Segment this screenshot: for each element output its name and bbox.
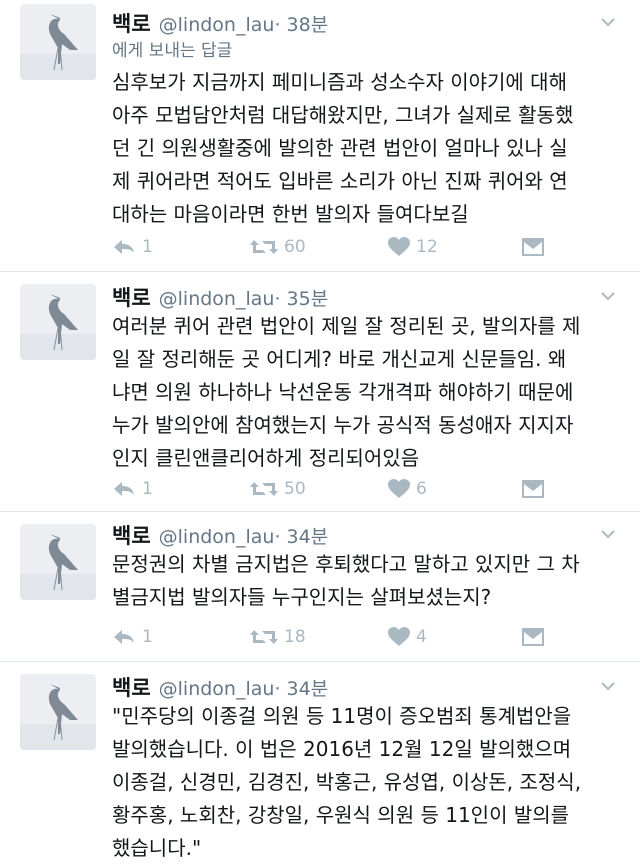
heart-icon — [388, 627, 410, 646]
more-options-icon[interactable] — [598, 676, 618, 696]
retweet-count: 18 — [284, 627, 306, 647]
retweet-count: 60 — [284, 237, 306, 257]
tweet-text-line: 인지 클린앤클리어하게 정리되어있음 — [112, 446, 420, 470]
tweet-1[interactable]: 백로 @lindon_lau · 38분 에게 보내는 답글 심후보가 지금까지… — [0, 0, 640, 272]
reply-icon — [114, 630, 134, 644]
tweet-actions: 1 50 6 — [112, 476, 544, 502]
tweet-text: 여러분 퀴어 관련 법안이 제일 잘 정리된 곳, 발의자를 제 일 잘 정리해… — [112, 310, 620, 475]
tweet-text-line: 누가 발의안에 참여했는지 누가 공식적 동성애자 지지자 — [112, 413, 574, 437]
heron-avatar-image — [20, 284, 96, 360]
tweet-text-line: 황주홍, 노회찬, 강창일, 우원식 의원 등 11인이 발의를 — [112, 803, 570, 827]
avatar[interactable] — [20, 674, 96, 750]
like-count: 12 — [416, 237, 438, 257]
tweet-header: 백로 @lindon_lau · 34분 — [112, 672, 328, 702]
display-name[interactable]: 백로 — [112, 672, 151, 702]
retweet-icon — [250, 482, 278, 496]
user-handle[interactable]: @lindon_lau — [159, 14, 275, 36]
tweet-3[interactable]: 백로 @lindon_lau · 34분 문정권의 차별 금지법은 후퇴했다고 … — [0, 512, 640, 662]
avatar[interactable] — [20, 524, 96, 600]
heron-avatar-image — [20, 524, 96, 600]
direct-message-button[interactable] — [522, 234, 544, 260]
tweet-text-line: 했습니다." — [112, 836, 202, 860]
tweet-text: 문정권의 차별 금지법은 후퇴했다고 말하고 있지만 그 차 별금지법 발의자들… — [112, 548, 620, 614]
tweet-text-line: 이종걸, 신경민, 김경진, 박홍근, 유성엽, 이상돈, 조정식, — [112, 770, 582, 794]
reply-count: 1 — [142, 237, 153, 257]
timestamp[interactable]: · 34분 — [274, 522, 328, 549]
retweet-button[interactable]: 50 — [250, 476, 306, 502]
user-handle[interactable]: @lindon_lau — [159, 678, 275, 700]
tweet-header: 백로 @lindon_lau · 38분 — [112, 8, 328, 38]
direct-message-button[interactable] — [522, 624, 544, 650]
envelope-icon — [522, 238, 544, 256]
envelope-icon — [522, 628, 544, 646]
user-handle[interactable]: @lindon_lau — [159, 526, 275, 548]
user-handle[interactable]: @lindon_lau — [159, 288, 275, 310]
tweet-text-line: 냐면 의원 하나하나 낙선운동 각개격파 해야하기 때문에 — [112, 380, 574, 404]
tweet-text-line: 던 긴 의원생활중에 발의한 관련 법안이 얼마나 있나 실 — [112, 136, 568, 160]
retweet-icon — [250, 240, 278, 254]
tweet-text-line: 별금지법 발의자들 누구인지는 살펴보셨는지? — [112, 585, 492, 609]
like-button[interactable]: 4 — [388, 624, 427, 650]
direct-message-button[interactable] — [522, 476, 544, 502]
timestamp[interactable]: · 35분 — [274, 284, 328, 311]
tweet-text-line: 여러분 퀴어 관련 법안이 제일 잘 정리된 곳, 발의자를 제 — [112, 314, 581, 338]
tweet-text-line: 일 잘 정리해둔 곳 어디게? 바로 개신교게 신문들임. 왜 — [112, 347, 567, 371]
retweet-count: 50 — [284, 479, 306, 499]
tweet-text-line: 문정권의 차별 금지법은 후퇴했다고 말하고 있지만 그 차 — [112, 552, 580, 576]
tweet-text-line: 아주 모법담안처럼 대답해왔지만, 그녀가 실제로 활동했 — [112, 103, 574, 127]
retweet-button[interactable]: 60 — [250, 234, 306, 260]
like-count: 4 — [416, 627, 427, 647]
tweet-header: 백로 @lindon_lau · 34분 — [112, 520, 328, 550]
timestamp[interactable]: · 38분 — [274, 10, 328, 37]
display-name[interactable]: 백로 — [112, 520, 151, 550]
avatar[interactable] — [20, 4, 96, 80]
envelope-icon — [522, 480, 544, 498]
tweet-text-line: "민주당의 이종걸 의원 등 11명이 증오범죄 통계법안을 — [112, 704, 572, 728]
avatar[interactable] — [20, 284, 96, 360]
reply-button[interactable]: 1 — [112, 234, 153, 260]
tweet-actions: 1 60 12 — [112, 234, 544, 260]
reply-icon — [114, 240, 134, 254]
reply-icon — [114, 482, 134, 496]
retweet-icon — [250, 630, 278, 644]
tweet-text-line: 대하는 마음이라면 한번 발의자 들여다보길 — [112, 202, 469, 226]
heron-avatar-image — [20, 674, 96, 750]
like-button[interactable]: 6 — [388, 476, 427, 502]
reply-context[interactable]: 에게 보내는 답글 — [112, 36, 232, 61]
reply-count: 1 — [142, 627, 153, 647]
heart-icon — [388, 237, 410, 256]
display-name[interactable]: 백로 — [112, 8, 151, 38]
tweet-text: "민주당의 이종걸 의원 등 11명이 증오범죄 통계법안을 발의했습니다. 이… — [112, 700, 620, 865]
tweet-4[interactable]: 백로 @lindon_lau · 34분 "민주당의 이종걸 의원 등 11명이… — [0, 662, 640, 860]
reply-button[interactable]: 1 — [112, 476, 153, 502]
tweet-text: 심후보가 지금까지 페미니즘과 성소수자 이야기에 대해 아주 모법담안처럼 대… — [112, 66, 620, 231]
timestamp[interactable]: · 34분 — [274, 674, 328, 701]
like-button[interactable]: 12 — [388, 234, 438, 260]
tweet-text-line: 제 퀴어라면 적어도 입바른 소리가 아닌 진짜 퀴어와 연 — [112, 169, 568, 193]
tweet-text-line: 심후보가 지금까지 페미니즘과 성소수자 이야기에 대해 — [112, 70, 567, 94]
retweet-button[interactable]: 18 — [250, 624, 306, 650]
heron-avatar-image — [20, 4, 96, 80]
tweet-text-line: 발의했습니다. 이 법은 2016년 12월 12일 발의했으며 — [112, 737, 572, 761]
like-count: 6 — [416, 479, 427, 499]
tweet-2[interactable]: 백로 @lindon_lau · 35분 여러분 퀴어 관련 법안이 제일 잘 … — [0, 272, 640, 512]
heart-icon — [388, 479, 410, 498]
more-options-icon[interactable] — [598, 286, 618, 306]
reply-count: 1 — [142, 479, 153, 499]
tweet-actions: 1 18 4 — [112, 624, 544, 650]
tweet-header: 백로 @lindon_lau · 35분 — [112, 282, 328, 312]
display-name[interactable]: 백로 — [112, 282, 151, 312]
more-options-icon[interactable] — [598, 12, 618, 32]
more-options-icon[interactable] — [598, 524, 618, 544]
reply-button[interactable]: 1 — [112, 624, 153, 650]
